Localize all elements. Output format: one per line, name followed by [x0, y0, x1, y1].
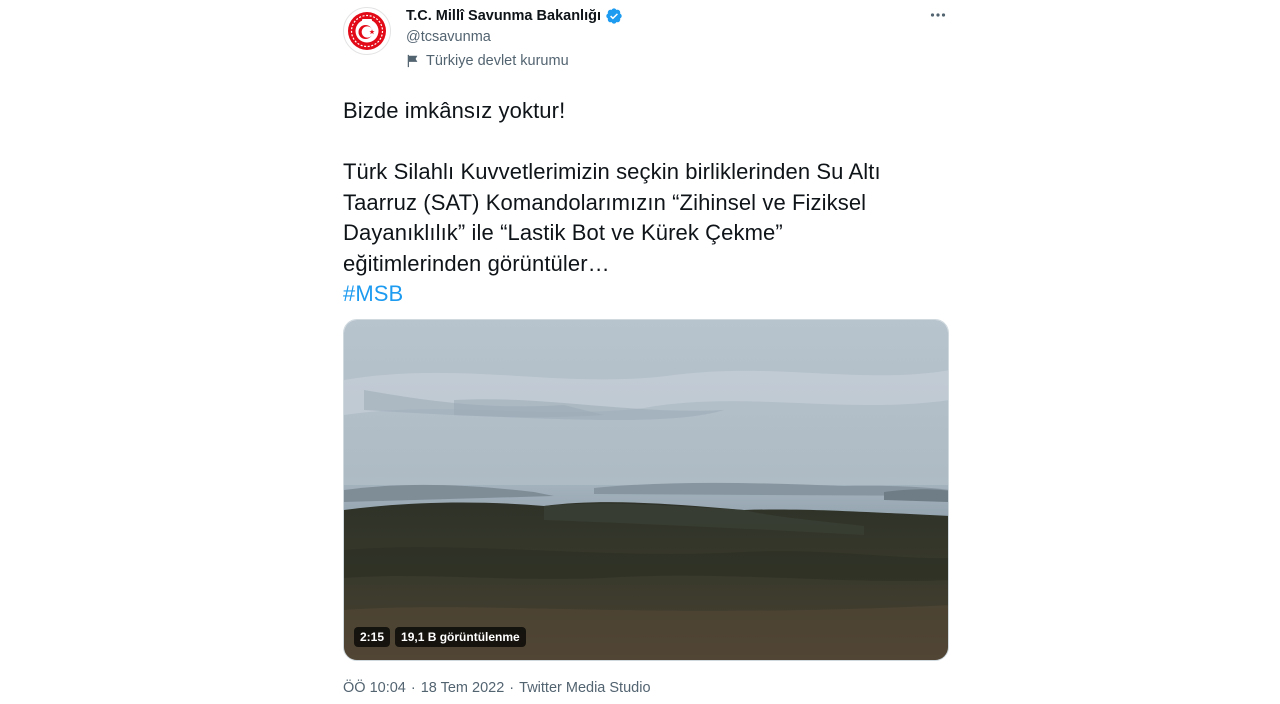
- video-player[interactable]: 2:15 19,1 B görüntülenme: [343, 319, 949, 661]
- avatar[interactable]: [343, 7, 391, 55]
- tweet-paragraph-line-2: Taarruz (SAT) Komandolarımızın “Zihinsel…: [343, 189, 867, 215]
- ministry-emblem-icon: [348, 12, 386, 50]
- tweet-line-1: Bizde imkânsız yoktur!: [343, 98, 566, 123]
- more-dots-icon: [930, 13, 946, 17]
- tweet-paragraph-line-1: Türk Silahlı Kuvvetlerimizin seçkin birl…: [343, 159, 881, 184]
- video-duration: 2:15: [354, 627, 391, 647]
- affiliation-label: Türkiye devlet kurumu: [406, 53, 569, 69]
- tweet-metadata: ÖÖ 10:04 · 18 Tem 2022 · Twitter Media S…: [343, 680, 651, 696]
- meta-separator: ·: [410, 680, 416, 696]
- tweet-paragraph-line-3: Dayanıklılık” ile “Lastik Bot ve Kürek Ç…: [343, 220, 783, 245]
- author-handle[interactable]: @tcsavunma: [406, 29, 491, 45]
- tweet-card: T.C. Millî Savunma Bakanlığı @tcsavunma …: [343, 0, 949, 704]
- video-overlay: 2:15 19,1 B görüntülenme: [354, 627, 526, 647]
- tweet-text: Bizde imkânsız yoktur! Türk Silahlı Kuvv…: [343, 96, 949, 310]
- tweet-time[interactable]: ÖÖ 10:04: [343, 680, 406, 696]
- tweet-source[interactable]: Twitter Media Studio: [519, 680, 650, 696]
- tweet-paragraph-line-4: eğitimlerinden görüntüler…: [343, 250, 610, 276]
- affiliation-text: Türkiye devlet kurumu: [426, 53, 569, 69]
- author-name-row: T.C. Millî Savunma Bakanlığı: [406, 6, 623, 26]
- tweet-date[interactable]: 18 Tem 2022: [421, 680, 505, 696]
- meta-separator: ·: [509, 680, 515, 696]
- video-thumbnail: [344, 320, 948, 660]
- author-display-name[interactable]: T.C. Millî Savunma Bakanlığı: [406, 8, 601, 24]
- more-options-button[interactable]: [927, 4, 949, 26]
- video-view-count: 19,1 B görüntülenme: [395, 627, 526, 647]
- hashtag-link[interactable]: #MSB: [343, 281, 403, 306]
- verified-badge-icon: [606, 8, 622, 24]
- flag-icon: [407, 54, 418, 68]
